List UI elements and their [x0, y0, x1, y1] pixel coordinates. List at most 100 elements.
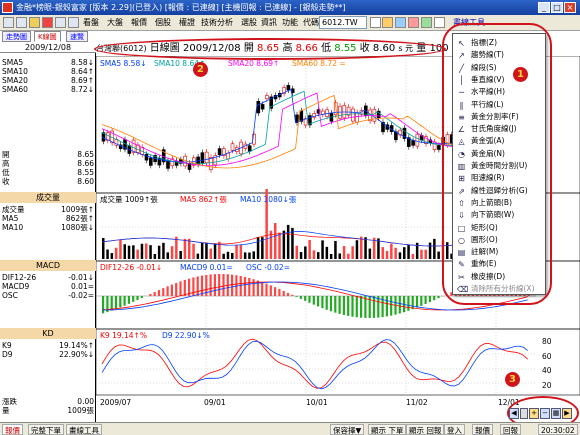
- close-button[interactable]: ×: [564, 2, 576, 13]
- menu-quote[interactable]: 報價: [129, 16, 149, 30]
- ma-value: 8.64↑: [71, 67, 94, 76]
- macd-bar: [269, 285, 272, 296]
- macd-bar: [136, 296, 139, 300]
- volume-bar: [188, 238, 191, 259]
- volume-bar: [424, 249, 427, 259]
- macd-bar: [110, 296, 113, 311]
- macd-bar: [291, 294, 294, 296]
- macd-bar: [282, 290, 285, 296]
- macd-bar: [265, 283, 268, 296]
- kd-axis-60: 60: [542, 352, 552, 361]
- ma-value: 8.72↓: [71, 85, 94, 94]
- macd-bar: [411, 296, 414, 310]
- ohlc-value: 8.66: [77, 159, 94, 168]
- menu-technical[interactable]: 技術分析: [199, 16, 235, 30]
- ohlc-value: 8.60: [77, 177, 94, 186]
- volume-bar: [420, 249, 423, 259]
- candle-body: [217, 148, 222, 156]
- menu-warrant[interactable]: 權證: [177, 16, 197, 30]
- menu-info[interactable]: 資訊: [259, 16, 279, 30]
- ma-label: SMA5: [2, 58, 24, 67]
- macd-bar: [175, 282, 178, 296]
- volume-bar: [192, 243, 195, 259]
- volume-bar: [170, 246, 174, 259]
- ma-row: SMA5 8.58↓: [2, 58, 94, 67]
- volume-bar: [132, 245, 135, 259]
- volume-bar: [321, 240, 324, 259]
- macd-bar: [398, 296, 401, 314]
- lock-icon[interactable]: [55, 17, 66, 28]
- volume-bar: [119, 239, 122, 259]
- volume-bar: [235, 245, 238, 259]
- volume-value: 862張↑: [65, 214, 94, 223]
- alert-icon[interactable]: [42, 17, 53, 28]
- minimize-button[interactable]: _: [538, 2, 550, 13]
- scroll-right-icon[interactable]: ▶: [562, 408, 572, 419]
- status-show-order[interactable]: 顯示 下單: [368, 424, 407, 435]
- refresh-icon[interactable]: [395, 17, 406, 28]
- macd-bar: [299, 296, 302, 299]
- macd-bar: [196, 276, 199, 296]
- kd-header: KD: [0, 328, 96, 339]
- volume-bar: [299, 252, 303, 259]
- ohlc-label: 收: [2, 177, 10, 186]
- status-tab-order[interactable]: 完整下單: [28, 424, 64, 435]
- tab-trend[interactable]: 走勢圖: [2, 31, 31, 42]
- stock-code-input[interactable]: 6012.TW: [319, 16, 367, 29]
- macd-bar: [140, 296, 143, 298]
- grid-view-icon[interactable]: ▦: [551, 408, 561, 419]
- kd-label: D9: [2, 350, 13, 359]
- export-icon[interactable]: [421, 17, 432, 28]
- macd-bar: [286, 292, 290, 296]
- volume-bar: [239, 244, 243, 259]
- kd-line: [101, 338, 528, 389]
- zoom-in-icon[interactable]: +: [529, 408, 539, 419]
- menu-market[interactable]: 大盤: [105, 16, 125, 30]
- status-report: 回報: [500, 424, 521, 435]
- app-menu-icon[interactable]: [3, 17, 14, 28]
- menu-stock[interactable]: 個股: [153, 16, 173, 30]
- macd-bar: [304, 296, 307, 301]
- volume-bar: [145, 243, 148, 259]
- status-save-button[interactable]: 保容擇▼: [330, 424, 365, 435]
- ma-value: 8.69↑: [71, 76, 94, 85]
- volume-bar: [140, 243, 144, 259]
- volume-row: MA10 1080張↓: [2, 223, 94, 232]
- folder-icon[interactable]: [29, 17, 40, 28]
- window-icon[interactable]: [68, 17, 79, 28]
- macd-bar: [239, 275, 242, 296]
- status-tab-quote[interactable]: 報價: [2, 424, 23, 435]
- macd-bar: [338, 296, 341, 314]
- tab-kline[interactable]: K線圖: [34, 31, 61, 42]
- volume-bar: [183, 238, 187, 259]
- kd-axis-20: 20: [542, 381, 552, 390]
- zoom-slider-icon[interactable]: [520, 408, 528, 419]
- volume-bar: [200, 242, 204, 259]
- macd-bar: [261, 282, 264, 296]
- tab-overview[interactable]: 速覽: [66, 31, 88, 42]
- draw-tool-icon[interactable]: [434, 17, 445, 28]
- annotation-badge-2: 2: [193, 62, 208, 77]
- search-icon[interactable]: [382, 17, 393, 28]
- volume-bar: [102, 238, 105, 259]
- candle-body: [437, 145, 441, 150]
- scroll-left-icon[interactable]: ◀: [509, 408, 519, 419]
- print-icon[interactable]: [16, 17, 27, 28]
- chart-icon[interactable]: [408, 17, 419, 28]
- status-tab-draw[interactable]: 畫線工具: [66, 424, 102, 435]
- zoom-out-icon[interactable]: −: [540, 408, 550, 419]
- kd-label: K9: [2, 341, 12, 350]
- volume-bar: [106, 249, 109, 259]
- volume-bar: [317, 252, 320, 259]
- macd-bar: [123, 296, 126, 306]
- maximize-button[interactable]: □: [551, 2, 563, 13]
- menu-watch[interactable]: 看盤: [81, 16, 101, 30]
- menu-function[interactable]: 功能: [280, 16, 300, 30]
- dropdown-icon[interactable]: [370, 17, 381, 28]
- menu-screener[interactable]: 選股: [239, 16, 259, 30]
- status-show-report[interactable]: 顯示 回報: [406, 424, 445, 435]
- volume-bar: [205, 242, 208, 259]
- legend-k9: K9 19.14↑%: [100, 331, 147, 340]
- volume-bar: [381, 247, 384, 259]
- kd-axis-40: 40: [542, 366, 552, 375]
